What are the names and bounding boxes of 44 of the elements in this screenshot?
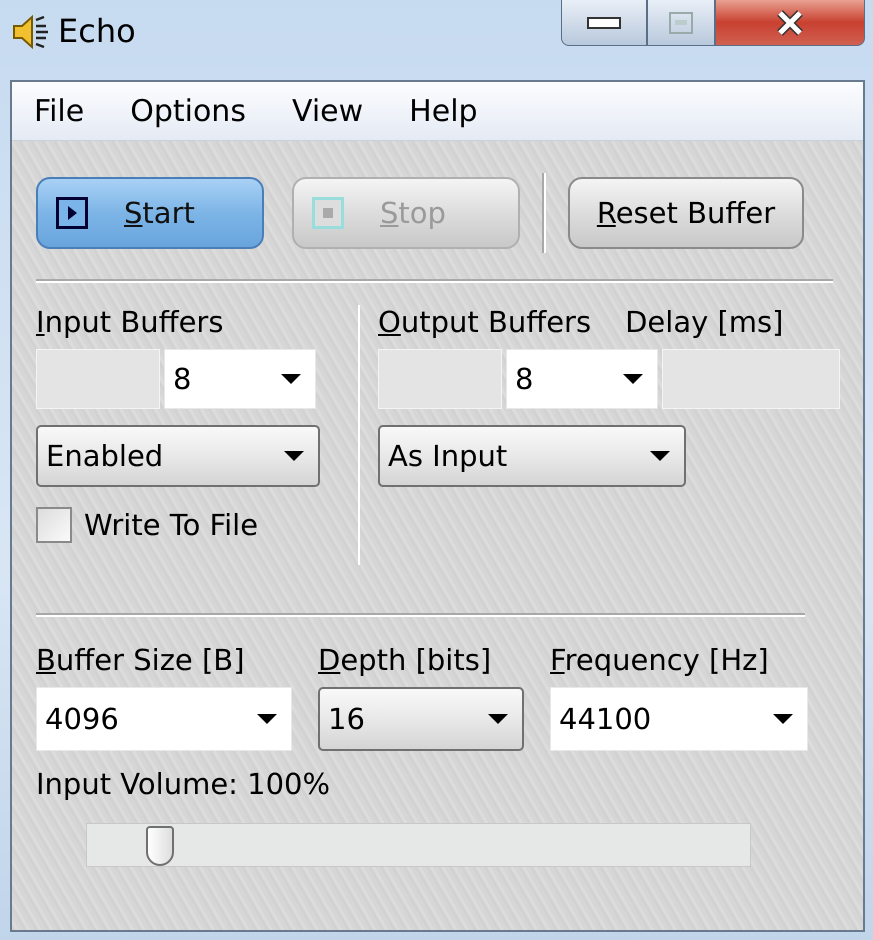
volume-label: Input Volume: 100% bbox=[36, 767, 332, 801]
stop-icon bbox=[312, 197, 344, 229]
input-field[interactable] bbox=[36, 349, 160, 409]
start-button[interactable]: Start bbox=[36, 177, 264, 249]
caret-icon bbox=[257, 713, 277, 725]
caret-icon bbox=[773, 713, 793, 725]
menu-item[interactable]: Help bbox=[409, 94, 478, 128]
dropdown[interactable]: 44100 bbox=[550, 687, 808, 751]
field-label: Output Buffers bbox=[378, 305, 592, 339]
reset-button[interactable]: Reset Buffer bbox=[568, 177, 804, 249]
dropdown[interactable]: 4096 bbox=[36, 687, 292, 751]
maximize-button[interactable] bbox=[647, 0, 715, 46]
caret-icon bbox=[281, 373, 301, 385]
mode-dropdown[interactable]: Enabled bbox=[36, 425, 320, 487]
play-icon bbox=[56, 197, 88, 229]
field-label: Depth [bits] bbox=[318, 643, 492, 677]
mode-dropdown[interactable]: As Input bbox=[378, 425, 686, 487]
caret-icon bbox=[623, 373, 643, 385]
delay-field[interactable] bbox=[662, 349, 840, 409]
volume-slider[interactable] bbox=[86, 823, 751, 867]
maximize-icon bbox=[668, 10, 694, 34]
speaker-icon bbox=[10, 12, 50, 52]
minimize-button[interactable] bbox=[561, 0, 647, 46]
input-field[interactable] bbox=[378, 349, 502, 409]
close-button[interactable] bbox=[715, 0, 865, 46]
buffer-count-dropdown[interactable]: 8 bbox=[506, 349, 658, 409]
caret-icon bbox=[650, 450, 670, 462]
caret-icon bbox=[488, 713, 508, 725]
minimize-icon bbox=[587, 16, 621, 30]
field-label: Input Buffers bbox=[36, 305, 224, 339]
dropdown[interactable]: 16 bbox=[318, 687, 524, 751]
window-title: Echo bbox=[58, 12, 136, 50]
field-label: Delay [ms] bbox=[625, 305, 784, 339]
close-icon bbox=[775, 10, 805, 36]
checkbox-label: Write To File bbox=[84, 508, 258, 542]
field-label: Buffer Size [B] bbox=[36, 643, 246, 677]
slider-thumb[interactable] bbox=[146, 826, 174, 866]
checkbox[interactable] bbox=[36, 507, 72, 543]
menu-item[interactable]: View bbox=[292, 94, 364, 128]
caret-icon bbox=[284, 450, 304, 462]
field-label: Frequency [Hz] bbox=[550, 643, 770, 677]
menu-item[interactable]: File bbox=[34, 94, 84, 128]
buffer-count-dropdown[interactable]: 8 bbox=[164, 349, 316, 409]
menu-item[interactable]: Options bbox=[130, 94, 246, 128]
